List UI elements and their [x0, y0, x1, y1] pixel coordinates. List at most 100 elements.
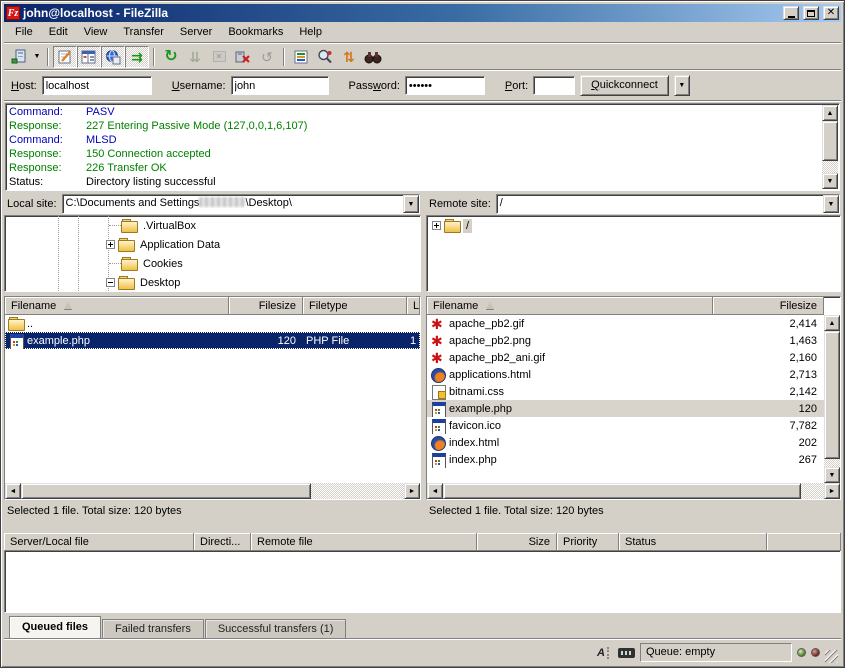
- window-title: john@localhost - FileZilla: [23, 6, 779, 20]
- tree-item[interactable]: .VirtualBox: [5, 216, 404, 235]
- tree-item[interactable]: /: [427, 216, 824, 235]
- close-button[interactable]: ✕: [823, 6, 839, 20]
- queue-list[interactable]: [4, 551, 841, 613]
- toggle-message-log-button[interactable]: [53, 46, 77, 68]
- log-scrollbar[interactable]: ▲ ▼: [822, 105, 838, 189]
- file-row[interactable]: apache_pb2.png 1,463: [427, 332, 824, 349]
- menu-server[interactable]: Server: [172, 24, 220, 40]
- minimize-button[interactable]: [783, 6, 799, 20]
- quickconnect-button[interactable]: Quickconnect: [580, 75, 669, 96]
- maximize-button[interactable]: [803, 6, 819, 20]
- reconnect-button[interactable]: ↺: [255, 46, 279, 68]
- remote-site-combo[interactable]: / ▼: [496, 194, 840, 214]
- quickconnect-dropdown[interactable]: ▼: [674, 75, 690, 96]
- horizontal-splitter[interactable]: [4, 522, 841, 533]
- local-site-combo[interactable]: C:\Documents and Settings\Desktop\ ▼: [62, 194, 420, 214]
- queue-column-remote-file[interactable]: Remote file: [251, 533, 477, 551]
- open-folder-icon: [444, 219, 461, 233]
- scroll-up-icon[interactable]: ▲: [822, 105, 838, 121]
- scrollbar-thumb[interactable]: [443, 483, 801, 499]
- tree-item[interactable]: Cookies: [5, 254, 404, 273]
- column-header-lastmodified[interactable]: L: [407, 297, 420, 315]
- find-files-button[interactable]: [361, 46, 385, 68]
- column-header-filesize[interactable]: Filesize: [713, 297, 824, 315]
- port-input[interactable]: [533, 76, 575, 95]
- queue-column-local-file[interactable]: Server/Local file: [4, 533, 194, 551]
- scroll-left-icon[interactable]: ◄: [427, 483, 443, 499]
- remote-hscrollbar[interactable]: ◄ ►: [427, 483, 840, 499]
- menu-edit[interactable]: Edit: [41, 24, 76, 40]
- file-row[interactable]: favicon.ico 7,782: [427, 417, 824, 434]
- file-row[interactable]: bitnami.css 2,142: [427, 383, 824, 400]
- username-input[interactable]: [231, 76, 329, 95]
- tab-queued-files[interactable]: Queued files: [9, 616, 101, 638]
- scroll-right-icon[interactable]: ►: [824, 483, 840, 499]
- scroll-right-icon[interactable]: ►: [404, 483, 420, 499]
- scroll-left-icon[interactable]: ◄: [5, 483, 21, 499]
- local-tree-scrollbar[interactable]: ▲ ▼: [420, 217, 421, 290]
- collapse-icon[interactable]: [106, 278, 115, 287]
- file-row[interactable]: apache_pb2_ani.gif 2,160: [427, 349, 824, 366]
- combo-dropdown-icon[interactable]: ▼: [823, 195, 839, 213]
- menu-view[interactable]: View: [76, 24, 116, 40]
- tree-item[interactable]: Application Data: [5, 235, 404, 254]
- toggle-remote-tree-button[interactable]: [101, 46, 125, 68]
- scrollbar-thumb[interactable]: [824, 331, 840, 459]
- scrollbar-thumb[interactable]: [420, 251, 421, 264]
- sort-ascending-icon: [486, 302, 494, 309]
- menu-bookmarks[interactable]: Bookmarks: [220, 24, 291, 40]
- local-tree-scrollbar[interactable]: [420, 216, 421, 291]
- local-hscrollbar[interactable]: ◄ ►: [5, 483, 420, 499]
- synchronized-browsing-button[interactable]: ⇅: [337, 46, 361, 68]
- queue-column-size[interactable]: Size: [477, 533, 557, 551]
- file-type-icon: [8, 334, 25, 348]
- speed-limit-icon[interactable]: [617, 645, 635, 661]
- filter-button[interactable]: [289, 46, 313, 68]
- scroll-down-icon[interactable]: ▼: [420, 274, 421, 290]
- refresh-button[interactable]: ↻: [159, 46, 183, 68]
- tab-failed-transfers[interactable]: Failed transfers: [102, 619, 204, 638]
- scroll-down-icon[interactable]: ▼: [824, 467, 840, 483]
- resize-grip[interactable]: [825, 650, 838, 663]
- queue-column-priority[interactable]: Priority: [557, 533, 619, 551]
- tree-item[interactable]: Desktop: [5, 273, 404, 292]
- file-row-selected[interactable]: example.php 120 PHP File 1: [5, 332, 420, 349]
- site-manager-button[interactable]: [7, 46, 31, 68]
- menu-transfer[interactable]: Transfer: [115, 24, 172, 40]
- queue-column-direction[interactable]: Directi...: [194, 533, 251, 551]
- scroll-up-icon[interactable]: ▲: [420, 217, 421, 233]
- menu-file[interactable]: File: [7, 24, 41, 40]
- file-row[interactable]: index.html 202: [427, 434, 824, 451]
- file-row[interactable]: applications.html 2,713: [427, 366, 824, 383]
- file-row[interactable]: ..: [5, 315, 420, 332]
- expand-icon[interactable]: [432, 221, 441, 230]
- scrollbar-thumb[interactable]: [21, 483, 311, 499]
- menu-help[interactable]: Help: [291, 24, 330, 40]
- toggle-local-tree-button[interactable]: [77, 46, 101, 68]
- scroll-up-icon[interactable]: ▲: [824, 315, 840, 331]
- remote-vscrollbar[interactable]: ▲ ▼: [824, 315, 840, 483]
- site-manager-dropdown[interactable]: ▼: [31, 46, 43, 68]
- compare-directories-button[interactable]: [313, 46, 337, 68]
- disconnect-button[interactable]: [231, 46, 255, 68]
- combo-dropdown-icon[interactable]: ▼: [403, 195, 419, 213]
- file-row[interactable]: index.php 267: [427, 451, 824, 468]
- expand-icon[interactable]: [106, 240, 115, 249]
- tab-successful-transfers[interactable]: Successful transfers (1): [205, 619, 347, 638]
- column-header-filesize[interactable]: Filesize: [229, 297, 303, 315]
- process-queue-button[interactable]: ⇊: [183, 46, 207, 68]
- password-input[interactable]: [405, 76, 485, 95]
- file-row[interactable]: apache_pb2.gif 2,414: [427, 315, 824, 332]
- toggle-transfer-queue-button[interactable]: ⇉: [125, 46, 149, 68]
- column-header-filename[interactable]: Filename: [427, 297, 713, 315]
- transfer-type-icon[interactable]: A: [594, 645, 612, 661]
- scroll-down-icon[interactable]: ▼: [822, 173, 838, 189]
- titlebar[interactable]: Fz john@localhost - FileZilla ✕: [4, 4, 841, 22]
- scrollbar-thumb[interactable]: [822, 121, 838, 161]
- column-header-filetype[interactable]: Filetype: [303, 297, 407, 315]
- host-input[interactable]: [42, 76, 152, 95]
- column-header-filename[interactable]: Filename: [5, 297, 229, 315]
- cancel-operation-button[interactable]: ✕: [207, 46, 231, 68]
- queue-column-status[interactable]: Status: [619, 533, 767, 551]
- file-row-selected[interactable]: example.php 120: [427, 400, 824, 417]
